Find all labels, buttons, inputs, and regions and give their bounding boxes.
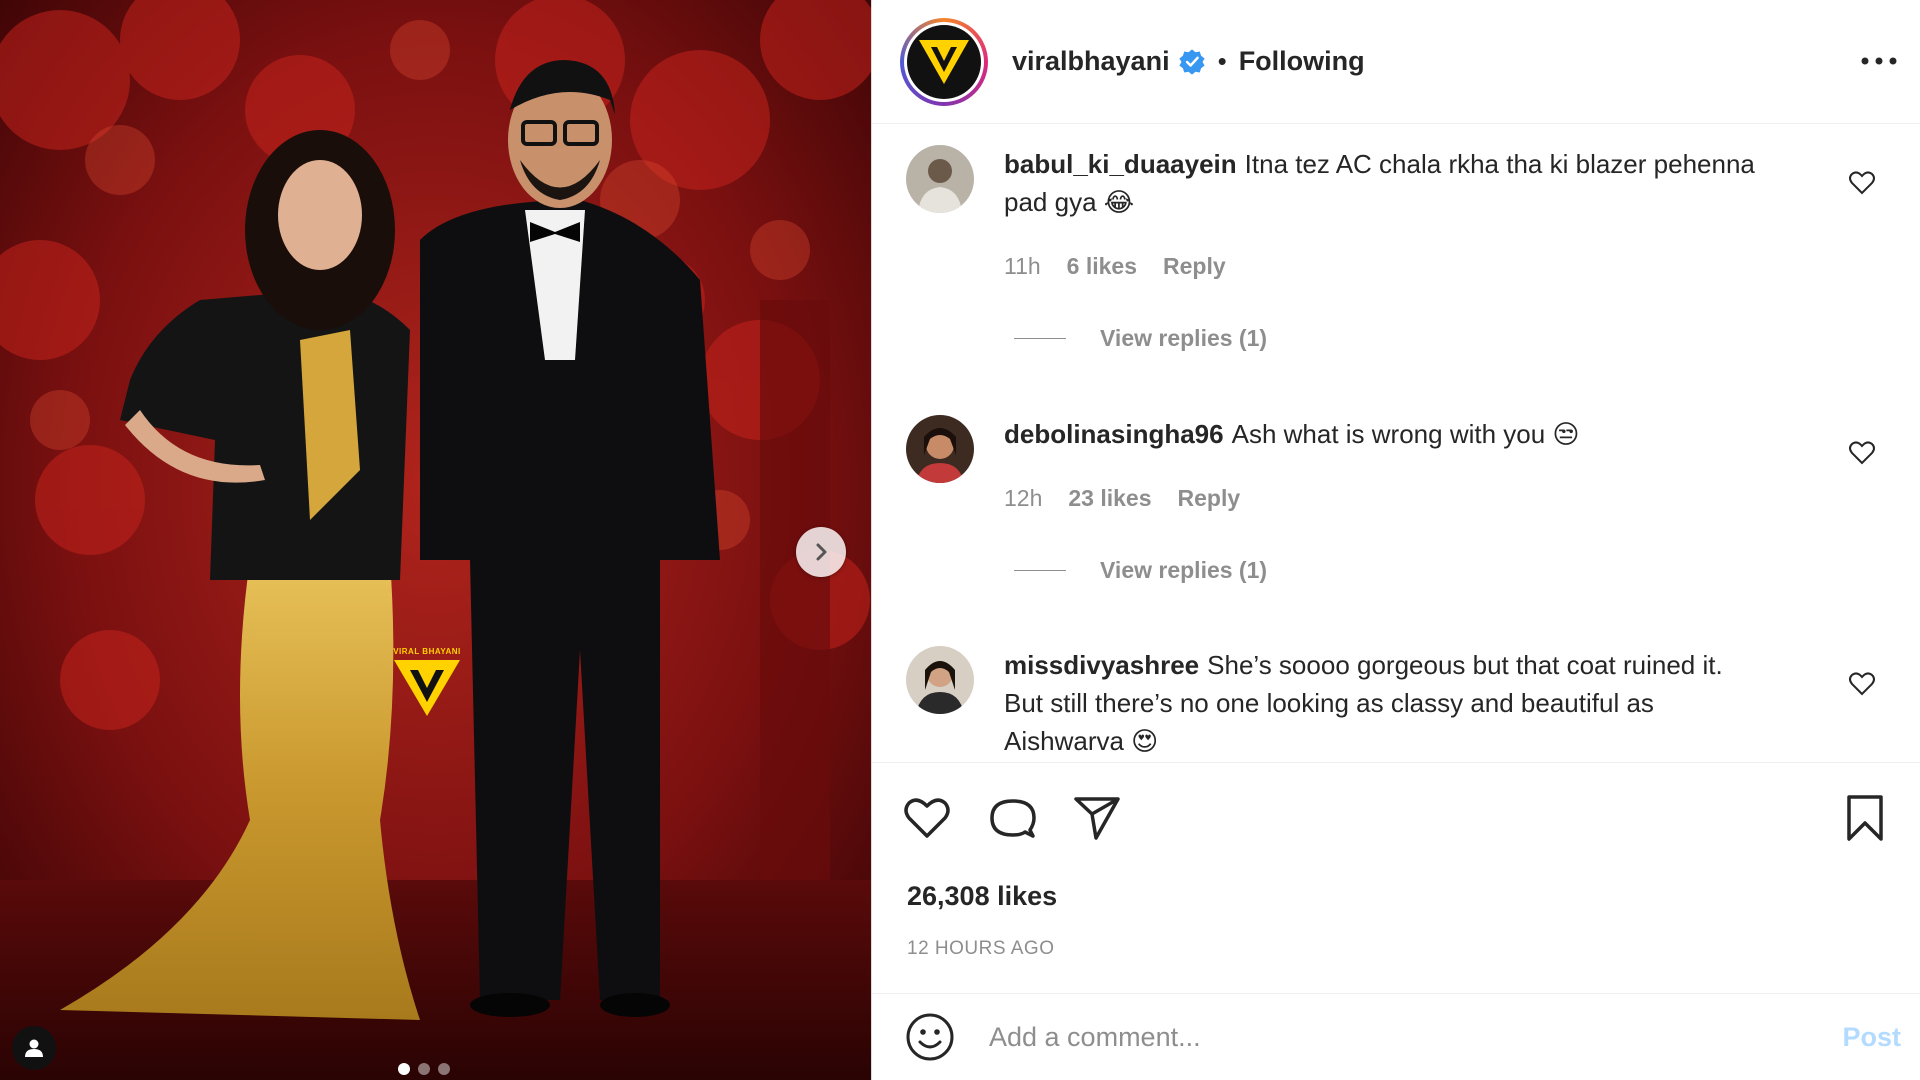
comment-text-line: Itna tez AC chala rkha tha ki blazer peh… [1244,149,1755,179]
comment-text: missdivyashree She’s soooo gorgeous but t… [1004,646,1834,684]
instagram-post: VIRAL BHAYANI viralbhayani • Following b… [0,0,1920,1080]
post-media[interactable]: VIRAL BHAYANI [0,0,871,1080]
heart-icon[interactable] [902,793,952,843]
comment-like-heart-icon[interactable] [1848,169,1876,197]
comment-text: babul_ki_duaayein Itna tez AC chala rkha … [1004,145,1834,183]
bookmark-icon[interactable] [1840,793,1890,843]
view-replies-row: View replies (1) [1014,325,1267,352]
commenter-avatar[interactable] [906,415,974,483]
comment-username[interactable]: debolinasingha96 [1004,419,1224,449]
comment-time[interactable]: 12h [1004,485,1042,512]
avatar-image [907,24,981,99]
commenter-avatar[interactable] [906,145,974,213]
comment-text-line: She’s soooo gorgeous but that coat ruine… [1207,650,1723,680]
comment-text-line: Ash what is wrong with you 😒 [1231,419,1580,449]
commenter-avatar[interactable] [906,646,974,714]
commenter-avatar-image [906,415,974,483]
post-side-panel: viralbhayani • Following babul_ki_duaaye… [871,0,1920,1080]
author-username[interactable]: viralbhayani [1012,46,1170,77]
post-actions: 26,308 likes 12 HOURS AGO [872,762,1920,992]
carousel-dot [418,1063,430,1075]
more-options-icon [1861,57,1897,65]
comment-text: debolinasingha96 Ash what is wrong with y… [1004,415,1834,453]
comment-input[interactable] [989,1021,1829,1053]
comment-text-line: But still there’s no one looking as clas… [1004,688,1654,718]
replies-divider [1014,570,1066,571]
tagged-users-button[interactable] [12,1026,56,1070]
brand-logo-icon [919,39,969,84]
post-timestamp[interactable]: 12 HOURS AGO [907,938,1055,960]
comment-text-line: Aishwarva 😍 [1004,726,1159,756]
user-tag-icon [25,1039,43,1057]
comment-meta: 12h 23 likes Reply [1004,485,1240,512]
commenter-avatar-image [906,646,974,714]
header-separator: • [1217,46,1227,76]
view-replies-button[interactable]: View replies (1) [1100,557,1267,584]
post-header: viralbhayani • Following [872,0,1920,124]
post-comment-button[interactable]: Post [1842,1022,1901,1053]
reply-button[interactable]: Reply [1163,253,1226,280]
comment-text-line: pad gya 😂 [1004,187,1135,217]
carousel-indicator [398,1063,450,1075]
view-replies-row: View replies (1) [1014,557,1267,584]
following-button[interactable]: Following [1239,46,1365,77]
comment-likes[interactable]: 6 likes [1067,253,1137,280]
comment-username[interactable]: babul_ki_duaayein [1004,149,1237,179]
reply-button[interactable]: Reply [1178,485,1241,512]
comment-time[interactable]: 11h [1004,253,1041,280]
chevron-right-icon [816,543,827,561]
view-replies-button[interactable]: View replies (1) [1100,325,1267,352]
watermark-text: VIRAL BHAYANI [393,647,461,656]
comment-meta: 11h 6 likes Reply [1004,253,1226,280]
avatar-border [904,21,984,102]
comment-bubble-icon[interactable] [988,793,1038,843]
watermark: VIRAL BHAYANI [390,647,464,725]
more-options-button[interactable] [1859,46,1899,76]
paper-plane-icon[interactable] [1072,793,1122,843]
watermark-logo-icon [394,660,460,716]
comment-username[interactable]: missdivyashree [1004,650,1199,680]
next-photo-button[interactable] [796,527,846,577]
comment-like-heart-icon[interactable] [1848,670,1876,698]
post-photo [0,0,871,1080]
comments-list[interactable]: babul_ki_duaayein Itna tez AC chala rkha … [872,125,1920,762]
carousel-dot-active [398,1063,410,1075]
smiley-face-icon[interactable] [905,1012,955,1062]
replies-divider [1014,338,1066,339]
author-avatar[interactable] [900,17,988,106]
comment-likes[interactable]: 23 likes [1068,485,1151,512]
carousel-dot [438,1063,450,1075]
add-comment-bar: Post [872,993,1920,1080]
commenter-avatar-image [906,145,974,213]
comment-like-heart-icon[interactable] [1848,439,1876,467]
verified-badge-icon [1178,48,1205,75]
likes-count[interactable]: 26,308 likes [907,881,1057,912]
